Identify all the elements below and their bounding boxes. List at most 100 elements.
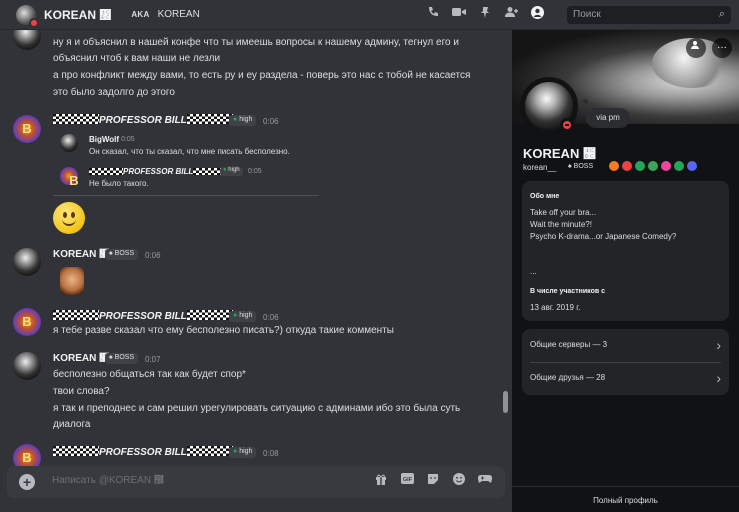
avatar[interactable] [13,248,41,276]
mutuals-card: Общие серверы — 3 › Общие друзья — 28 › [522,329,729,395]
about-me-title: Обо мне [530,193,560,200]
reply-avatar[interactable] [60,167,88,195]
divider [530,362,721,363]
composer-toolbar: GIF [373,473,493,489]
checker-decoration [53,114,99,124]
role-badge[interactable]: ♠ BOSS [105,353,139,364]
search-icon: ⌕ [718,8,725,20]
profile-badge[interactable] [635,161,645,171]
role-badge[interactable]: ♠ BOSS [105,249,139,260]
reply-author[interactable]: BigWolf [89,135,119,144]
checker-decoration [186,310,233,320]
timestamp: 0:05 [121,136,135,143]
profile-badge[interactable] [622,161,632,171]
message-author[interactable]: PROFESSOR BILL [53,310,233,322]
message-text: диалога [53,419,91,430]
gif-icon[interactable]: GIF [399,473,415,489]
smile-emoji[interactable] [53,202,85,234]
full-profile-button[interactable]: Полный профиль [512,486,739,512]
checker-decoration [186,114,233,124]
message-author[interactable]: KOREAN ᲼ [53,353,109,364]
sticker-icon[interactable] [425,473,441,489]
message-text: ну я и объяснил в нашей конфе что ты име… [53,37,459,48]
discord-dm-window: KOREAN ᲼ AKA KOREAN Поиск ⌕ ну я и объяс… [0,0,739,512]
avatar[interactable] [13,30,41,50]
message-author[interactable]: KOREAN ᲼ [53,249,109,260]
header-toolbar [426,6,544,20]
more-options-button[interactable]: ··· [712,38,732,58]
about-me-text: ... [530,267,537,276]
timestamp: 0:06 [263,117,279,126]
timestamp: 0:06 [263,313,279,322]
about-me-card: Обо мне Take off your bra... Wait the mi… [522,181,729,321]
profile-display-name: KOREAN ᲼ [523,146,596,161]
sticker-image[interactable] [60,267,84,295]
game-icon[interactable] [477,473,493,489]
message-list[interactable]: ну я и объяснил в нашей конфе что ты име… [0,30,512,512]
scrollbar-thumb[interactable] [503,391,508,413]
mutual-servers-row[interactable]: Общие серверы — 3 › [530,333,721,357]
role-badge[interactable]: ● high [220,167,243,176]
reply-avatar[interactable] [60,134,78,152]
avatar[interactable] [13,115,41,143]
message-input[interactable]: Написать @KOREAN ᲼ [52,475,164,486]
message-text: я так и преподнес и сам решил урегулиров… [53,403,461,414]
aka-label: AKA [131,10,150,19]
dnd-status-dot [560,118,574,132]
mutual-servers-label: Общие серверы — 3 [530,340,608,349]
divider [53,195,319,196]
pin-icon[interactable] [478,6,492,20]
message-text: а про конфликт между вами, то есть ру и … [53,70,471,81]
profile-badge[interactable] [648,161,658,171]
header-username[interactable]: KOREAN ᲼ [44,8,111,22]
dnd-status-dot [29,17,39,28]
search-placeholder: Поиск [573,9,601,20]
message-text: твои слова? [53,386,110,397]
message-author[interactable]: PROFESSOR BILL [53,114,233,126]
add-friend-button[interactable] [686,38,706,58]
phone-icon[interactable] [426,6,440,20]
avatar[interactable] [13,352,41,380]
checker-decoration [53,446,99,456]
mutual-friends-label: Общие друзья — 28 [530,373,606,382]
member-since-date: 13 авг. 2019 г. [530,303,581,312]
mutual-friends-row[interactable]: Общие друзья — 28 › [530,366,721,390]
avatar[interactable] [13,308,41,336]
role-badge[interactable]: ● high [229,311,257,322]
profile-badge[interactable] [609,161,619,171]
profile-badges [609,161,697,171]
message-text: я тебе разве сказал что ему бесполезно п… [53,325,394,336]
add-member-icon[interactable] [504,6,518,20]
gift-icon[interactable] [373,473,389,489]
profile-username[interactable]: korean__ [523,163,556,172]
profile-icon[interactable] [530,6,544,20]
user-profile-panel: ··· via pm KOREAN ᲼ korean__ ♠ BOSS Обо … [512,30,739,512]
profile-badge[interactable] [674,161,684,171]
message-composer[interactable]: + Написать @KOREAN ᲼ GIF [7,466,505,498]
status-bubble-tail [583,99,588,104]
header-avatar[interactable] [16,4,39,28]
checker-decoration [89,168,123,175]
timestamp: 0:06 [145,251,161,260]
message-author[interactable]: PROFESSOR BILL [53,446,233,458]
chevron-right-icon: › [716,370,721,386]
message-text: бесполезно общаться так как будет спор* [53,369,246,380]
timestamp: 0:07 [145,355,161,364]
search-input[interactable]: Поиск ⌕ [567,6,731,24]
reply-text: Он сказал, что ты сказал, что мне писать… [89,147,290,156]
role-badge[interactable]: ● high [229,447,257,458]
about-me-text: Psycho K-drama...or Japanese Comedy? [530,232,677,241]
role-badge[interactable]: ● high [229,115,257,126]
add-attachment-button[interactable]: + [19,474,35,490]
profile-badge[interactable] [661,161,671,171]
emoji-icon[interactable] [451,473,467,489]
reply-author[interactable]: PROFESSOR BILL [89,167,228,176]
chevron-right-icon: › [716,337,721,353]
member-since-title: В числе участников с [530,288,605,295]
checker-decoration [186,446,233,456]
profile-badge[interactable] [687,161,697,171]
profile-role-badge: ♠ BOSS [568,163,594,170]
video-icon[interactable] [452,6,466,20]
timestamp: 0:08 [263,449,279,458]
custom-status: via pm [586,108,630,128]
